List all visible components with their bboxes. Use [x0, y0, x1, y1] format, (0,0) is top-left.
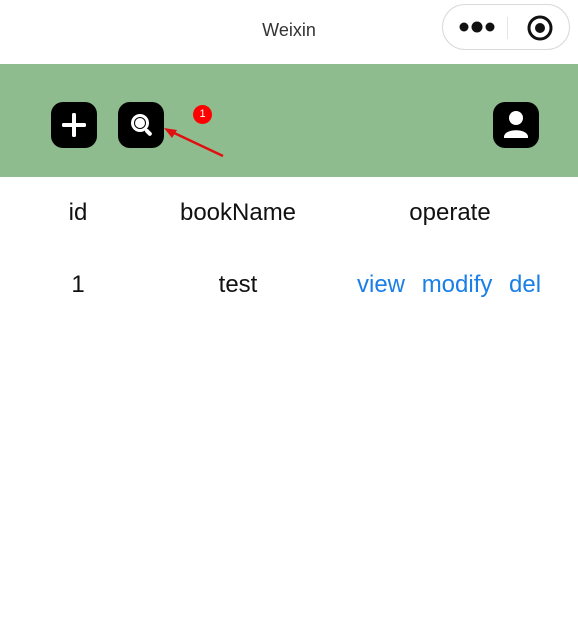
toolbar: 1 — [0, 64, 578, 177]
search-button[interactable] — [118, 102, 164, 148]
capsule-menu — [442, 4, 570, 50]
more-dots-icon[interactable] — [459, 19, 495, 35]
user-profile-button[interactable] — [493, 102, 539, 148]
view-link[interactable]: view — [357, 271, 405, 298]
notification-badge: 1 — [193, 105, 212, 124]
annotation-arrow-icon — [164, 128, 224, 158]
user-icon — [504, 111, 528, 138]
row-actions: view modify del — [357, 249, 551, 321]
target-circle-icon[interactable] — [527, 15, 553, 41]
delete-link[interactable]: del — [509, 271, 541, 298]
book-table: id bookName operate 1 test view modify d… — [0, 177, 578, 321]
page: Weixin 1 id bookName operate 1 test view… — [0, 0, 578, 632]
header-id: id — [68, 199, 88, 226]
table-header-row: id bookName operate — [0, 177, 578, 249]
cell-id: 1 — [71, 271, 85, 298]
search-icon — [131, 114, 152, 136]
cell-book-name: test — [218, 271, 258, 298]
title-bar: Weixin — [0, 0, 578, 64]
header-book-name: bookName — [179, 199, 297, 226]
add-button[interactable] — [51, 102, 97, 148]
modify-link[interactable]: modify — [422, 271, 493, 298]
capsule-divider — [507, 17, 508, 39]
plus-icon — [62, 113, 86, 137]
header-operate: operate — [409, 199, 491, 226]
table-row: 1 test view modify del — [0, 249, 578, 321]
